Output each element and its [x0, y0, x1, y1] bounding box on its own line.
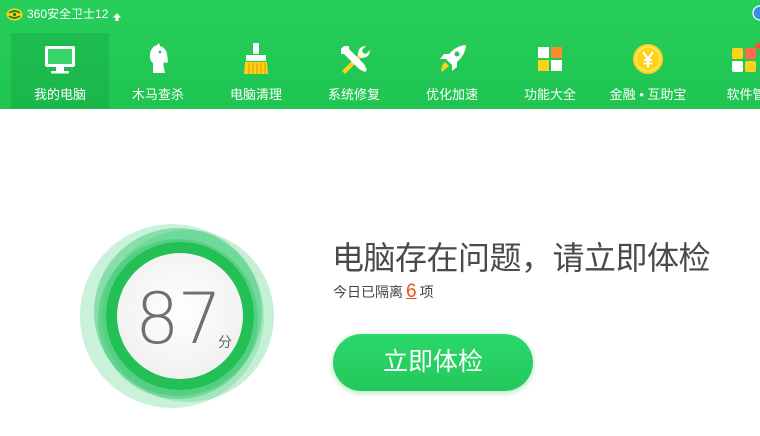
tab-label: 软件管: [726, 87, 760, 102]
health-score-value: 87: [135, 278, 222, 360]
tools-icon: [336, 41, 372, 77]
health-score-ring: 87 分: [78, 216, 278, 416]
tab-label: 木马查杀: [131, 87, 184, 102]
top-banner: 360安全卫士12 我的电脑 木马查杀 电脑清理 系统修复 优化加速 功能大全 …: [0, 0, 760, 109]
tab-software-manager[interactable]: 软件管: [697, 33, 760, 109]
360-logo-icon: [6, 8, 23, 21]
isolated-count[interactable]: 6: [406, 281, 417, 302]
tab-trojan-scan[interactable]: 木马查杀: [109, 33, 207, 109]
rocket-icon: [434, 41, 470, 77]
grid-apps-icon: [532, 41, 568, 77]
health-score-unit: 分: [218, 334, 232, 350]
coin-yuan-icon: [630, 41, 666, 77]
up-arrow-icon[interactable]: [112, 9, 122, 21]
title-row: 360安全卫士12: [6, 5, 122, 23]
tab-system-repair[interactable]: 系统修复: [305, 33, 403, 109]
status-headline: 电脑存在问题，请立即体检: [332, 240, 711, 276]
scan-now-button[interactable]: 立即体检: [333, 334, 533, 391]
tab-my-computer[interactable]: 我的电脑: [11, 33, 109, 109]
tab-label: 金融 • 互助宝: [609, 87, 687, 102]
tab-label: 系统修复: [327, 87, 380, 102]
tab-label: 优化加速: [425, 87, 478, 102]
app-title: 360安全卫士12: [27, 7, 109, 21]
tab-finance-mutual-aid[interactable]: 金融 • 互助宝: [599, 33, 697, 109]
tab-all-features[interactable]: 功能大全: [501, 33, 599, 109]
software-manager-icon: [728, 41, 760, 77]
main-nav: 我的电脑 木马查杀 电脑清理 系统修复 优化加速 功能大全 金融 • 互助宝 软…: [11, 33, 760, 109]
tab-optimize-speed[interactable]: 优化加速: [403, 33, 501, 109]
tab-pc-cleanup[interactable]: 电脑清理: [207, 33, 305, 109]
horse-icon: [140, 41, 176, 77]
corner-globe-icon[interactable]: [752, 5, 760, 21]
tab-label: 功能大全: [523, 87, 576, 102]
isolated-prefix: 今日已隔离: [333, 284, 403, 300]
computer-icon: [42, 41, 78, 77]
tab-label: 电脑清理: [229, 87, 282, 102]
isolated-summary: 今日已隔离 6 项: [333, 281, 434, 303]
broom-icon: [238, 41, 274, 77]
tab-label: 我的电脑: [33, 87, 86, 102]
isolated-suffix: 项: [419, 284, 434, 300]
